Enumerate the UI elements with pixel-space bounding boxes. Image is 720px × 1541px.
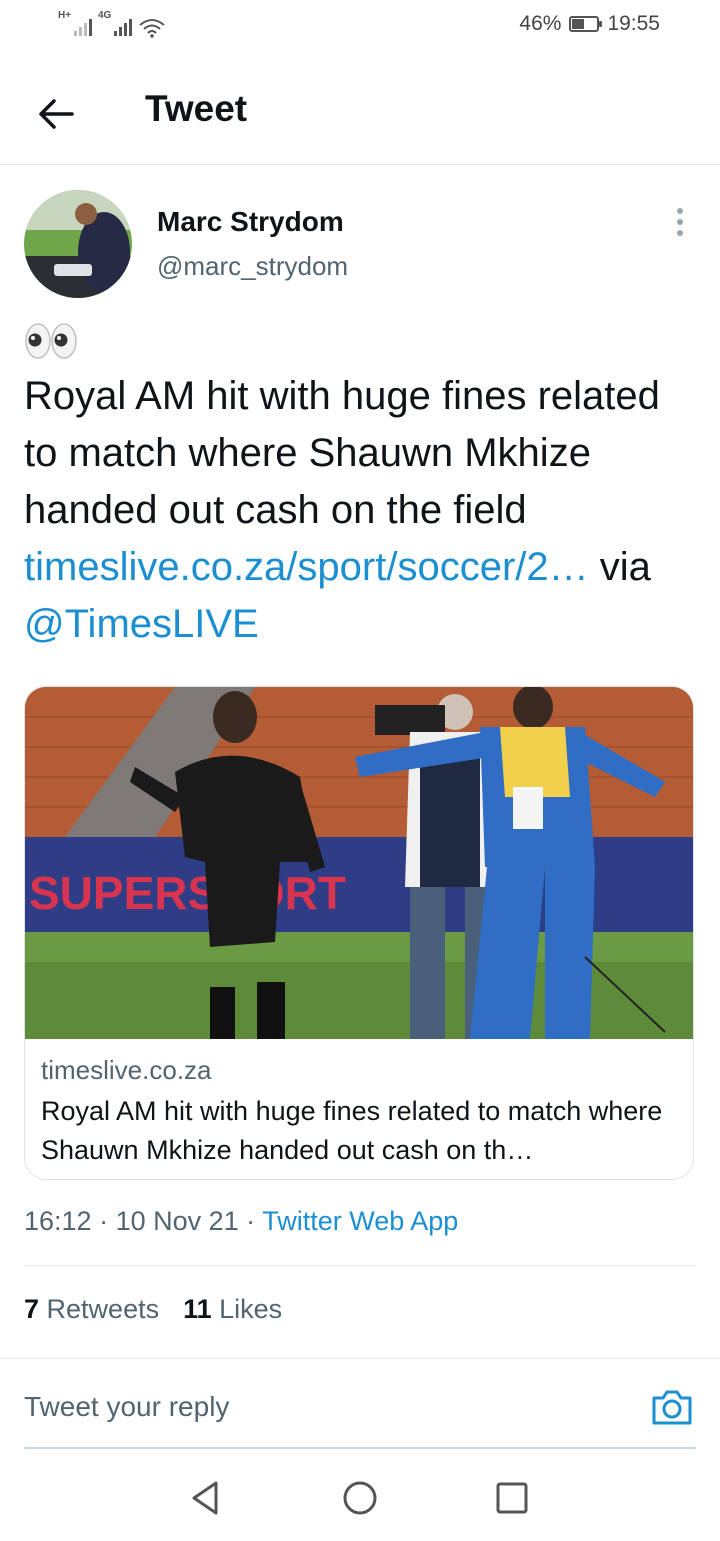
- tweet-date: 10 Nov 21: [115, 1206, 239, 1236]
- tweet-body-text: Royal AM hit with huge fines related to …: [24, 374, 660, 532]
- clock: 19:55: [607, 12, 660, 35]
- signal-icon: 4G: [98, 10, 132, 38]
- mention-link[interactable]: @TimesLIVE: [24, 602, 259, 646]
- nav-home-icon[interactable]: [340, 1478, 380, 1518]
- wifi-icon: [139, 19, 165, 38]
- divider: [24, 1265, 696, 1266]
- top-app-bar: Tweet: [0, 60, 720, 165]
- likes-label: Likes: [211, 1294, 283, 1324]
- nav-back-icon[interactable]: [186, 1478, 226, 1518]
- reply-underline: [24, 1447, 696, 1449]
- battery-icon: [569, 16, 603, 32]
- reply-bar: Tweet your reply: [0, 1358, 720, 1449]
- author-handle[interactable]: @marc_strydom: [157, 251, 348, 282]
- battery-percent: 46%: [519, 12, 562, 35]
- card-image: SUPERSPORT: [25, 687, 693, 1039]
- network-type-label: 4G: [98, 10, 112, 21]
- system-nav-bar: [0, 1452, 720, 1541]
- retweets-count: 7: [24, 1294, 40, 1324]
- source-app-link[interactable]: Twitter Web App: [262, 1206, 458, 1236]
- link-preview-card[interactable]: SUPERSPORT timeslive.co.za Royal AM hit …: [24, 686, 694, 1180]
- card-domain: timeslive.co.za: [41, 1055, 212, 1085]
- meta-separator: ·: [91, 1206, 116, 1236]
- retweets-stat[interactable]: 7 Retweets: [24, 1294, 159, 1325]
- page-title: Tweet: [145, 88, 248, 129]
- status-bar-right: 46% 19:55: [519, 12, 660, 36]
- author-name[interactable]: Marc Strydom: [157, 206, 344, 238]
- likes-count: 11: [183, 1294, 212, 1324]
- tweet-time: 16:12: [24, 1206, 92, 1236]
- avatar[interactable]: [24, 190, 132, 298]
- reply-input[interactable]: Tweet your reply: [24, 1391, 229, 1423]
- card-title: Royal AM hit with huge fines related to …: [41, 1096, 663, 1165]
- nav-recents-icon[interactable]: [492, 1478, 532, 1518]
- eyes-emoji-icon: [25, 323, 77, 359]
- tweet-text: Royal AM hit with huge fines related to …: [24, 368, 694, 653]
- network-type-label: H+: [58, 10, 72, 21]
- signal-icon: H+: [58, 10, 92, 38]
- tweet-stats: 7 Retweets 11 Likes: [24, 1294, 282, 1325]
- status-bar-left: H+ 4G: [58, 10, 166, 38]
- tweet-via-text: via: [588, 545, 651, 589]
- arrow-left-icon[interactable]: [34, 92, 78, 136]
- meta-separator: ·: [238, 1206, 263, 1236]
- tweet-meta: 16:12 · 10 Nov 21 · Twitter Web App: [24, 1206, 458, 1237]
- retweets-label: Retweets: [39, 1294, 160, 1324]
- ad-board-text: SUPERSPORT: [29, 867, 346, 919]
- status-bar: H+ 4G 46% 19:55: [0, 0, 720, 56]
- more-options-icon[interactable]: [666, 205, 694, 241]
- likes-stat[interactable]: 11 Likes: [183, 1294, 282, 1325]
- camera-icon[interactable]: [650, 1387, 694, 1427]
- tweet-detail-screen: H+ 4G 46% 19:55 Tweet Marc Strydom @marc…: [0, 0, 720, 1541]
- tweet-url-link[interactable]: timeslive.co.za/sport/soccer/2…: [24, 545, 589, 589]
